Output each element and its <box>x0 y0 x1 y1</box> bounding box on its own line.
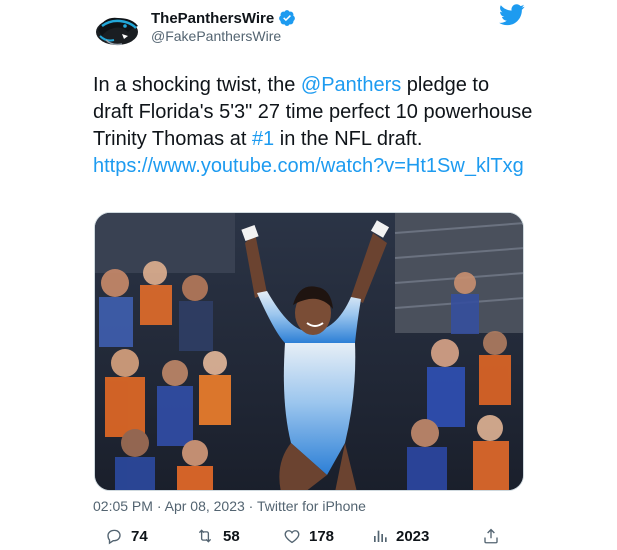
tweet-text-segment: in the NFL draft. <box>274 128 423 150</box>
mention-link[interactable]: @Panthers <box>301 74 401 96</box>
tweet-text-segment: In a shocking twist, the <box>93 74 301 96</box>
panther-logo-icon <box>96 17 138 46</box>
reply-count: 74 <box>131 527 148 545</box>
reply-button[interactable]: 74 <box>105 524 148 548</box>
account-handle[interactable]: @FakePanthersWire <box>151 28 281 44</box>
tweet-source: Twitter for iPhone <box>256 498 366 514</box>
tweet-date[interactable]: Apr 08, 2023 <box>165 498 245 514</box>
tweet-media-image[interactable] <box>94 212 524 491</box>
hashtag-link[interactable]: #1 <box>252 128 274 150</box>
gymnast-photo <box>95 213 523 490</box>
url-link[interactable]: https://www.youtube.com/watch?v=Ht1Sw_kl… <box>93 155 524 177</box>
like-count: 178 <box>309 527 335 545</box>
meta-separator: · <box>152 498 165 514</box>
tweet-meta: 02:05 PM · Apr 08, 2023 · Twitter for iP… <box>93 498 366 514</box>
views-count: 2023 <box>396 527 430 545</box>
display-name[interactable]: ThePanthersWire <box>151 10 274 27</box>
views-button[interactable]: 2023 <box>372 524 429 548</box>
retweet-count: 58 <box>223 527 240 545</box>
retweet-icon <box>198 529 212 543</box>
views-icon <box>374 530 387 542</box>
verified-badge-icon <box>279 10 296 26</box>
retweet-button[interactable]: 58 <box>195 524 240 548</box>
like-icon <box>284 530 300 544</box>
twitter-bird-icon[interactable] <box>499 4 525 26</box>
tweet-text: In a shocking twist, the @Panthers pledg… <box>93 72 533 180</box>
tweet-action-bar: 74 58 178 2023 <box>100 524 510 548</box>
share-icon <box>484 528 498 544</box>
tweet-time[interactable]: 02:05 PM <box>93 498 153 514</box>
account-name-row[interactable]: ThePanthersWire <box>151 9 296 27</box>
avatar[interactable] <box>92 6 142 56</box>
like-button[interactable]: 178 <box>283 524 334 548</box>
share-button[interactable] <box>482 524 500 548</box>
meta-separator: · <box>244 498 257 514</box>
reply-icon <box>107 529 121 545</box>
